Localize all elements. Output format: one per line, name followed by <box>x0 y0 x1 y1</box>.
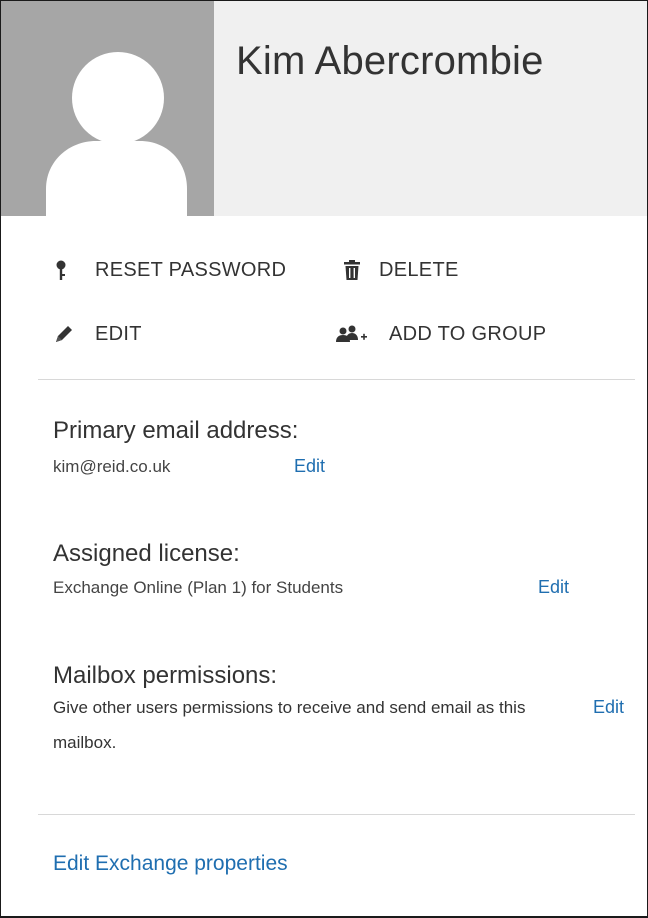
key-icon <box>53 259 75 281</box>
mailbox-permissions-title: Mailbox permissions: <box>53 662 278 689</box>
avatar <box>1 1 214 216</box>
license-title: Assigned license: <box>53 540 240 567</box>
user-header: Kim Abercrombie <box>1 1 647 216</box>
add-group-icon <box>335 323 369 345</box>
edit-email-link[interactable]: Edit <box>294 456 325 477</box>
edit-label: EDIT <box>95 322 142 345</box>
divider <box>38 379 635 380</box>
delete-label: DELETE <box>379 258 459 281</box>
user-details-panel: Kim Abercrombie RESET PASSWORD DELETE ED… <box>0 0 648 918</box>
edit-exchange-properties-link[interactable]: Edit Exchange properties <box>53 852 288 876</box>
primary-email-value: kim@reid.co.uk <box>53 457 171 476</box>
divider <box>38 814 635 815</box>
reset-password-label: RESET PASSWORD <box>95 258 287 281</box>
primary-email-title: Primary email address: <box>53 417 299 444</box>
license-value: Exchange Online (Plan 1) for Students <box>53 578 344 597</box>
edit-mailbox-permissions-link[interactable]: Edit <box>593 697 624 718</box>
user-name: Kim Abercrombie <box>236 39 544 83</box>
add-to-group-label: ADD TO GROUP <box>389 322 547 345</box>
reset-password-button[interactable]: RESET PASSWORD <box>53 255 286 285</box>
trash-icon <box>341 259 363 281</box>
edit-license-link[interactable]: Edit <box>538 577 569 598</box>
mailbox-permissions-description: Give other users permissions to receive … <box>53 698 526 752</box>
add-to-group-button[interactable]: ADD TO GROUP <box>335 319 546 349</box>
pencil-icon <box>53 323 75 345</box>
user-silhouette-icon <box>46 52 187 216</box>
edit-button[interactable]: EDIT <box>53 319 142 349</box>
delete-button[interactable]: DELETE <box>341 255 459 285</box>
